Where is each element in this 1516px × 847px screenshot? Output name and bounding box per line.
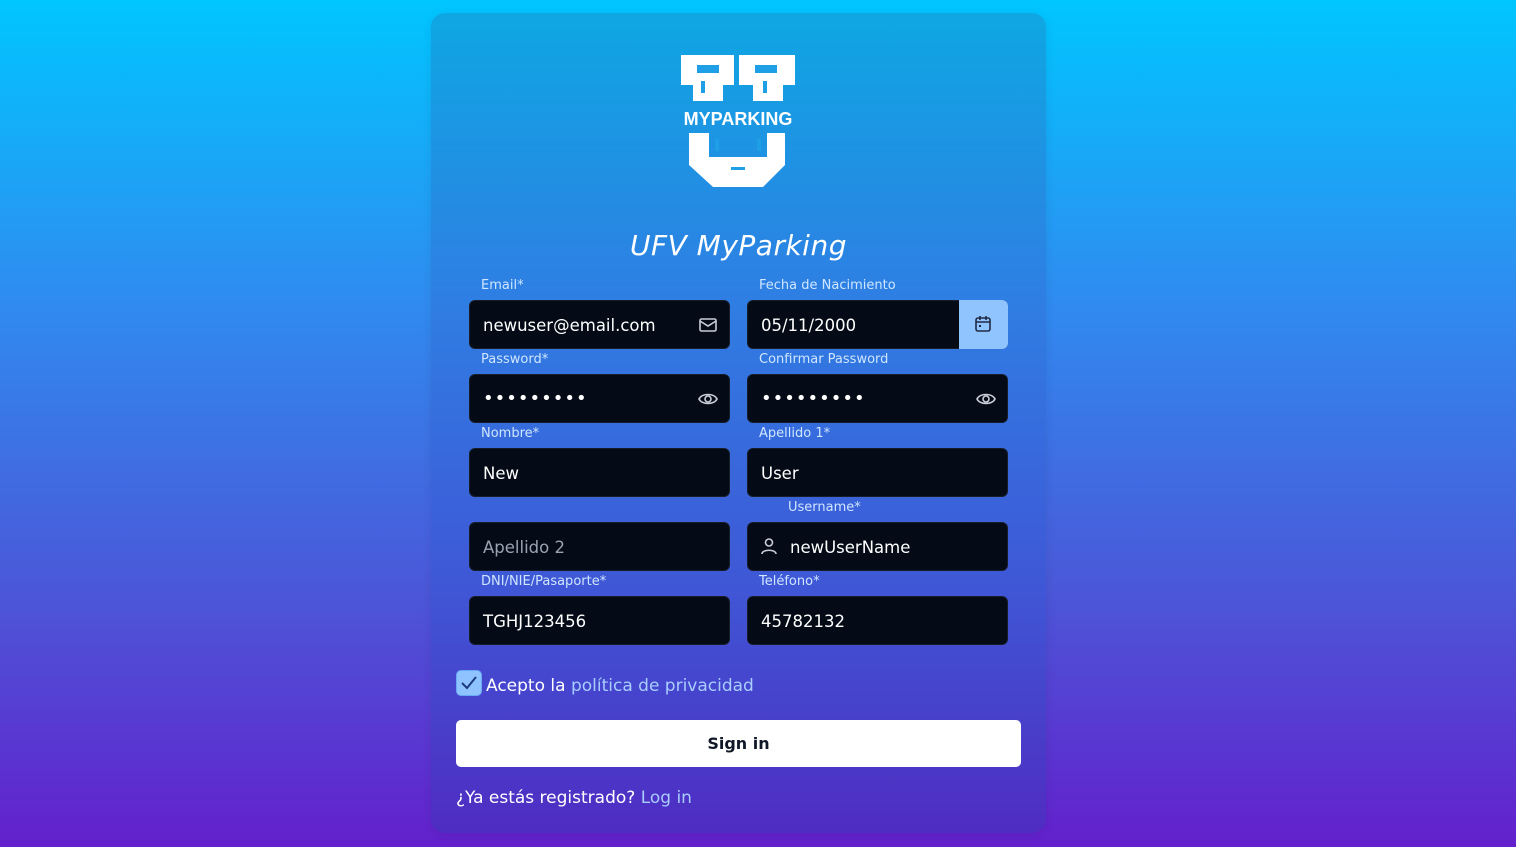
nombre-field[interactable]: New xyxy=(469,448,730,497)
confirm-password-label: Confirmar Password xyxy=(759,352,889,367)
password-field[interactable]: ••••••••• xyxy=(469,374,730,423)
privacy-text-wrap: Acepto la política de privacidad xyxy=(486,676,754,696)
app-title: UFV MyParking xyxy=(630,229,847,262)
nombre-label: Nombre* xyxy=(481,426,540,441)
apellido2-field[interactable]: Apellido 2 xyxy=(469,522,730,571)
log-in-link[interactable]: Log in xyxy=(641,788,692,808)
username-value: newUserName xyxy=(790,538,911,557)
password-label: Password* xyxy=(481,352,549,367)
logo-text: MYPARKING xyxy=(684,109,793,129)
dni-label: DNI/NIE/Pasaporte* xyxy=(481,574,607,589)
apellido1-field[interactable]: User xyxy=(747,448,1008,497)
birthdate-label: Fecha de Nacimiento xyxy=(759,278,896,293)
login-prompt: ¿Ya estás registrado? Log in xyxy=(456,788,692,808)
username-label: Username* xyxy=(788,500,861,515)
calendar-icon xyxy=(975,316,991,332)
password-value: ••••••••• xyxy=(483,388,588,409)
eye-icon[interactable] xyxy=(975,388,997,410)
apellido1-label: Apellido 1* xyxy=(759,426,831,441)
telefono-field[interactable]: 45782132 xyxy=(747,596,1008,645)
signup-card: MYPARKING UFV MyParking Email* newuser@e… xyxy=(431,13,1046,833)
email-field[interactable]: newuser@email.com xyxy=(469,300,730,349)
privacy-policy-link[interactable]: política de privacidad xyxy=(571,676,754,696)
dni-field[interactable]: TGHJ123456 xyxy=(469,596,730,645)
email-value: newuser@email.com xyxy=(483,316,656,335)
email-label: Email* xyxy=(481,278,524,293)
dni-value: TGHJ123456 xyxy=(483,612,587,631)
login-prompt-text: ¿Ya estás registrado? xyxy=(456,788,636,808)
eye-icon[interactable] xyxy=(697,388,719,410)
apellido2-placeholder: Apellido 2 xyxy=(483,538,565,557)
apellido1-value: User xyxy=(761,464,799,483)
calendar-button[interactable] xyxy=(959,300,1008,349)
telefono-value: 45782132 xyxy=(761,612,845,631)
privacy-text: Acepto la xyxy=(486,676,566,696)
checkmark-icon xyxy=(461,676,477,690)
birthdate-value: 05/11/2000 xyxy=(761,316,857,335)
birthdate-field[interactable]: 05/11/2000 xyxy=(747,300,1008,349)
username-field[interactable]: newUserName xyxy=(747,522,1008,571)
confirm-password-value: ••••••••• xyxy=(761,388,866,409)
sign-in-button[interactable]: Sign in xyxy=(456,720,1021,767)
telefono-label: Teléfono* xyxy=(759,574,820,589)
nombre-value: New xyxy=(483,464,519,483)
myparking-logo: MYPARKING xyxy=(681,55,795,187)
confirm-password-field[interactable]: ••••••••• xyxy=(747,374,1008,423)
user-icon xyxy=(761,538,777,555)
privacy-checkbox[interactable] xyxy=(456,670,482,696)
mail-icon xyxy=(699,318,717,332)
